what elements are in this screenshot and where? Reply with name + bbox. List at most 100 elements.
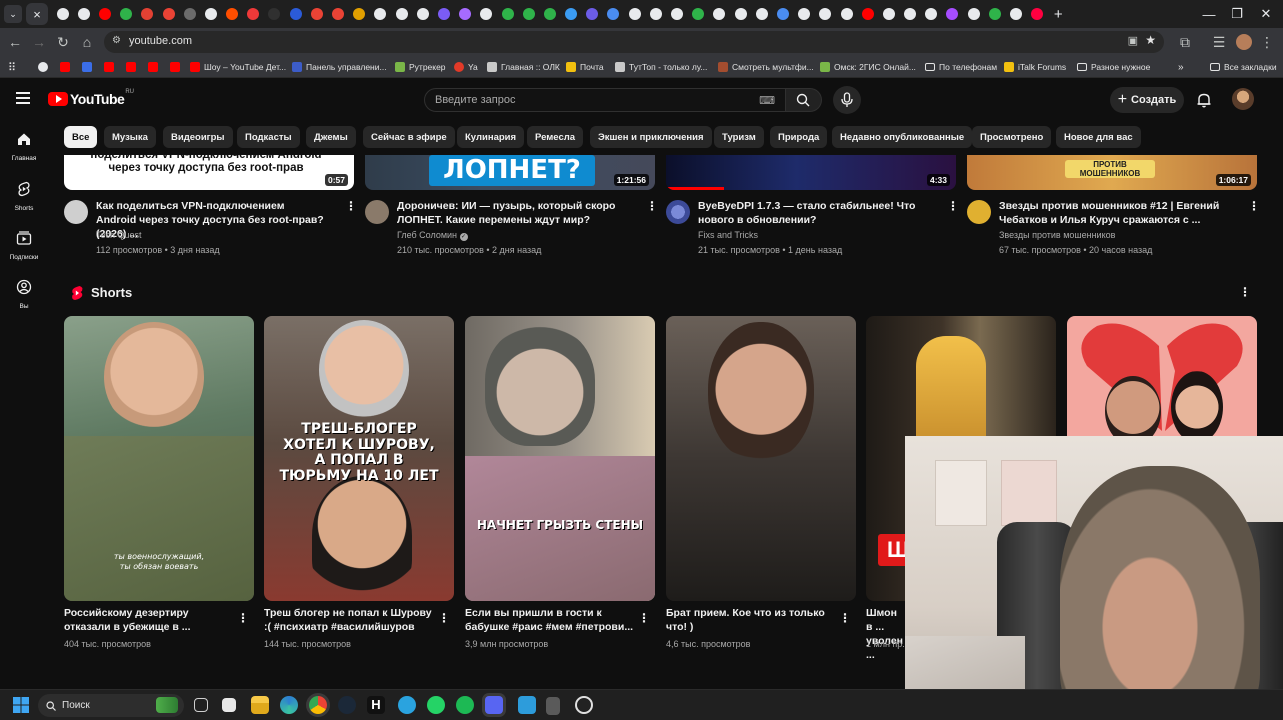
pinned-tab-favicon[interactable] bbox=[268, 8, 281, 20]
home-page-icon[interactable]: ⌂ bbox=[78, 33, 96, 51]
pinned-tab-favicon[interactable] bbox=[755, 8, 768, 20]
short-thumbnail[interactable]: ты военнослужащий, ты обязан воевать bbox=[64, 316, 254, 601]
windows-start-icon[interactable] bbox=[13, 697, 29, 713]
pinned-tab-favicon[interactable] bbox=[141, 8, 154, 20]
short-thumbnail[interactable]: ТРЕШ-БЛОГЕР ХОТЕЛ К ШУРОВУ, А ПОПАЛ В ТЮ… bbox=[264, 316, 454, 601]
browser-menu-icon[interactable]: ⋮ bbox=[1258, 33, 1276, 51]
short-title[interactable]: Брат прием. Кое что из только что! ) bbox=[666, 606, 836, 634]
bookmarks-overflow-icon[interactable]: » bbox=[1178, 60, 1184, 74]
pinned-tab-favicon[interactable] bbox=[522, 8, 535, 20]
bookmark-icon-7[interactable] bbox=[170, 60, 184, 74]
pinned-tab-favicon[interactable] bbox=[946, 8, 959, 20]
short-thumbnail[interactable]: НАЧНЕТ ГРЫЗТЬ СТЕНЫ bbox=[465, 316, 655, 601]
account-avatar[interactable] bbox=[1232, 88, 1254, 110]
pinned-tab-favicon[interactable] bbox=[565, 8, 578, 20]
spotify-icon[interactable] bbox=[456, 696, 474, 714]
pinned-tab-favicon[interactable] bbox=[671, 8, 684, 20]
shorts-more-icon[interactable]: ⋮ bbox=[1239, 285, 1251, 299]
active-tab-close-icon[interactable]: × bbox=[26, 3, 48, 25]
site-info-icon[interactable]: ⚙ bbox=[112, 35, 121, 46]
more-actions-icon[interactable]: ⋮ bbox=[646, 199, 658, 213]
bookmark-icon-2[interactable] bbox=[60, 60, 74, 74]
pinned-tab-favicon[interactable] bbox=[247, 8, 260, 20]
more-actions-icon[interactable]: ⋮ bbox=[839, 611, 851, 625]
pinned-tab-favicon[interactable] bbox=[586, 8, 599, 20]
bookmark-item[interactable]: Почта bbox=[566, 60, 604, 74]
bookmark-icon-4[interactable] bbox=[104, 60, 118, 74]
extensions-icon[interactable]: ⧉ bbox=[1176, 33, 1194, 51]
pinned-tab-favicon[interactable] bbox=[353, 8, 366, 20]
pinned-tab-favicon[interactable] bbox=[798, 8, 811, 20]
pinned-tab-favicon[interactable] bbox=[734, 8, 747, 20]
chip-8[interactable]: Экшен и приключения bbox=[590, 126, 712, 148]
tab-search-icon[interactable]: ☰ bbox=[1210, 33, 1228, 51]
channel-name[interactable]: Глеб Соломин ✓ bbox=[397, 230, 468, 241]
chip-6[interactable]: Кулинария bbox=[457, 126, 525, 148]
pinned-tab-favicon[interactable] bbox=[120, 8, 133, 20]
video-thumbnail[interactable]: поделиться VPN-подключением Android чере… bbox=[64, 155, 354, 190]
short-title[interactable]: Шмон в ... уволен ... bbox=[866, 606, 906, 662]
chip-13[interactable]: Новое для вас bbox=[1056, 126, 1141, 148]
file-explorer-icon[interactable] bbox=[251, 696, 269, 714]
pinned-tab-favicon[interactable] bbox=[416, 8, 429, 20]
pinned-tab-favicon[interactable] bbox=[226, 8, 239, 20]
keyboard-icon[interactable]: ⌨ bbox=[759, 94, 775, 107]
search-button[interactable] bbox=[786, 88, 822, 112]
bookmark-item[interactable]: Смотреть мультфи... bbox=[718, 60, 814, 74]
pinned-tab-favicon[interactable] bbox=[628, 8, 641, 20]
new-tab-button[interactable]: + bbox=[1054, 6, 1063, 23]
channel-name[interactable]: Tech Quest bbox=[96, 230, 142, 240]
more-actions-icon[interactable]: ⋮ bbox=[947, 199, 959, 213]
pinned-tab-favicon[interactable] bbox=[925, 8, 938, 20]
steam-icon[interactable] bbox=[338, 696, 356, 714]
pinned-tab-favicon[interactable] bbox=[98, 8, 111, 20]
pinned-tab-favicon[interactable] bbox=[607, 8, 620, 20]
guide-menu-icon[interactable] bbox=[16, 92, 30, 104]
pinned-tab-favicon[interactable] bbox=[183, 8, 196, 20]
reload-icon[interactable]: ↻ bbox=[54, 33, 72, 51]
voice-search-button[interactable] bbox=[833, 86, 861, 114]
taskbar-search-input[interactable]: Поиск bbox=[38, 694, 184, 717]
chip-10[interactable]: Природа bbox=[770, 126, 828, 148]
pinned-tab-favicon[interactable] bbox=[1010, 8, 1023, 20]
pinned-tab-favicon[interactable] bbox=[395, 8, 408, 20]
pinned-tab-favicon[interactable] bbox=[713, 8, 726, 20]
bookmark-item[interactable]: Панель управлени... bbox=[292, 60, 387, 74]
channel-avatar[interactable] bbox=[365, 200, 389, 224]
pinned-tab-favicon[interactable] bbox=[692, 8, 705, 20]
pinned-tab-favicon[interactable] bbox=[374, 8, 387, 20]
video-title[interactable]: ByeByeDPI 1.7.3 — стало стабильнее! Что … bbox=[698, 199, 928, 227]
bookmark-icon-6[interactable] bbox=[148, 60, 162, 74]
bookmark-item[interactable]: ТутТоп - только лу... bbox=[615, 60, 707, 74]
chip-11[interactable]: Недавно опубликованные bbox=[832, 126, 973, 148]
channel-avatar[interactable] bbox=[967, 200, 991, 224]
bookmark-icon-5[interactable] bbox=[126, 60, 140, 74]
whatsapp-icon[interactable] bbox=[427, 696, 445, 714]
back-icon[interactable]: ← bbox=[6, 33, 24, 51]
create-button[interactable]: + Создать bbox=[1110, 87, 1184, 113]
pinned-tab-favicon[interactable] bbox=[332, 8, 345, 20]
pinned-tab-favicon[interactable] bbox=[310, 8, 323, 20]
pinned-tab-favicon[interactable] bbox=[776, 8, 789, 20]
pinned-tab-favicon[interactable] bbox=[1031, 8, 1044, 20]
video-thumbnail[interactable]: 4:33 bbox=[666, 155, 956, 190]
bookmark-item[interactable]: Главная :: ОЛК bbox=[487, 60, 560, 74]
short-title[interactable]: Российскому дезертиру отказали в убежище… bbox=[64, 606, 234, 634]
hotkey-app-icon[interactable]: H bbox=[367, 696, 385, 714]
tab-list-button[interactable]: ⌄ bbox=[4, 5, 22, 23]
edge-icon[interactable] bbox=[280, 696, 298, 714]
more-actions-icon[interactable]: ⋮ bbox=[237, 611, 249, 625]
chip-7[interactable]: Ремесла bbox=[527, 126, 584, 148]
task-view-icon[interactable] bbox=[194, 698, 208, 712]
channel-name[interactable]: Fixs and Tricks bbox=[698, 230, 758, 240]
all-bookmarks-folder[interactable]: Все закладки bbox=[1210, 60, 1277, 74]
calculator-icon[interactable] bbox=[546, 697, 560, 715]
more-actions-icon[interactable]: ⋮ bbox=[438, 611, 450, 625]
chip-9[interactable]: Туризм bbox=[714, 126, 764, 148]
sidebar-item-shorts[interactable]: Shorts bbox=[4, 181, 44, 212]
bookmark-item[interactable]: Рутрекер bbox=[395, 60, 446, 74]
more-actions-icon[interactable]: ⋮ bbox=[1248, 199, 1260, 213]
apps-icon[interactable]: ⠿ bbox=[8, 60, 16, 74]
pinned-tab-favicon[interactable] bbox=[289, 8, 302, 20]
pinned-tab-favicon[interactable] bbox=[56, 8, 69, 20]
